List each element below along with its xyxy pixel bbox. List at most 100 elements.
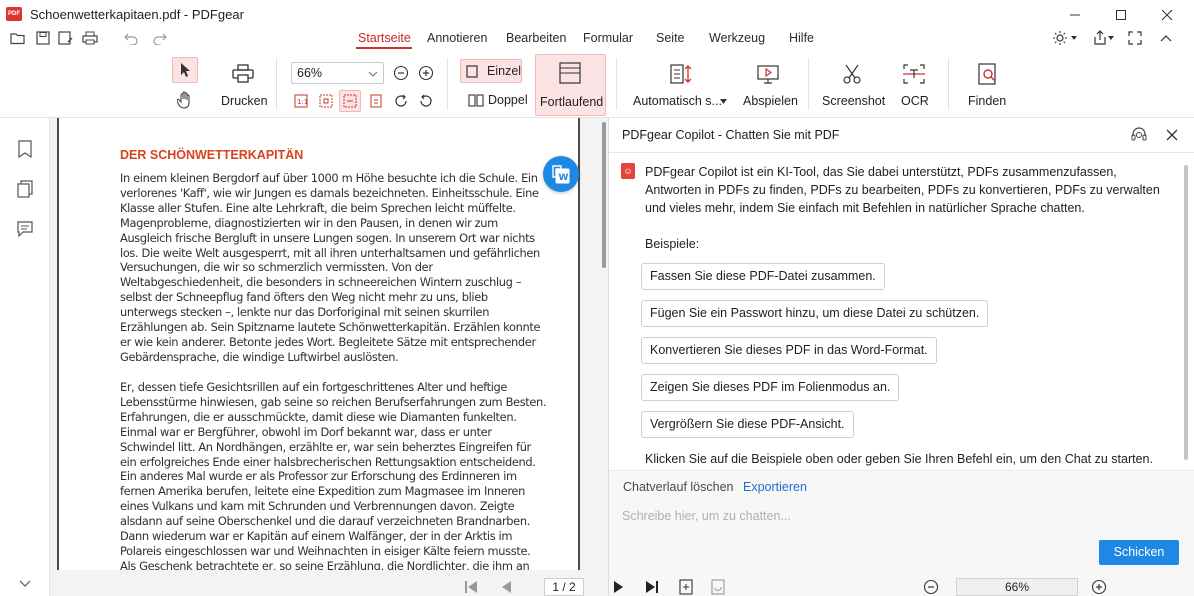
fit-page-bottom-icon[interactable] xyxy=(677,578,695,596)
screenshot-scissors-icon[interactable] xyxy=(839,62,865,86)
document-scrollbar[interactable] xyxy=(602,122,606,268)
page-number-input[interactable]: 1 / 2 xyxy=(544,578,584,596)
redo-icon[interactable] xyxy=(151,29,169,47)
clear-history-link[interactable]: Chatverlauf löschen xyxy=(623,480,733,494)
share-dropdown-icon[interactable] xyxy=(1106,29,1116,47)
print-quick-icon[interactable] xyxy=(81,29,99,47)
next-page-icon[interactable] xyxy=(610,578,628,596)
document-line: los. Die weite Welt ausgesperrt, mit all… xyxy=(120,245,540,260)
pdf-page[interactable]: DER SCHÖNWETTERKAPITÄN In einem kleinen … xyxy=(57,118,580,578)
zoom-in-bottom-icon[interactable] xyxy=(1090,578,1108,596)
document-line: ein erfolgreiches Ende einer halsbrecher… xyxy=(120,454,536,469)
document-heading: DER SCHÖNWETTERKAPITÄN xyxy=(120,148,304,162)
theme-dropdown-icon[interactable] xyxy=(1069,29,1079,47)
page-navigation-bar xyxy=(50,570,608,596)
thumbnails-icon[interactable] xyxy=(14,178,36,200)
zoom-in-icon[interactable] xyxy=(417,64,435,82)
hand-tool-icon[interactable] xyxy=(173,88,197,112)
find-icon[interactable] xyxy=(975,62,1001,86)
sidebar-expand-chevron-icon[interactable] xyxy=(14,575,36,593)
example-password-button[interactable]: Fügen Sie ein Passwort hinzu, um diese D… xyxy=(641,300,989,327)
close-copilot-icon[interactable] xyxy=(1162,126,1182,144)
comments-icon[interactable] xyxy=(14,218,36,240)
document-line: Klasse aller Stufen. Eine alte Lehrkraft… xyxy=(120,200,516,215)
example-zoom-button[interactable]: Vergrößern Sie diese PDF-Ansicht. xyxy=(641,411,854,438)
previous-page-icon[interactable] xyxy=(497,578,515,596)
example-slideshow-button[interactable]: Zeigen Sie dieses PDF im Folienmodus an. xyxy=(641,374,900,401)
zoom-out-bottom-icon[interactable] xyxy=(922,578,940,596)
document-line: selbst der Schneepflug fand öfters den W… xyxy=(120,290,488,305)
continuous-button[interactable]: Fortlaufend xyxy=(535,54,606,116)
tab-annotieren[interactable]: Annotieren xyxy=(427,31,487,45)
single-page-button[interactable]: Einzel xyxy=(460,59,522,83)
rotate-clockwise-icon[interactable] xyxy=(390,90,412,112)
minimize-button[interactable] xyxy=(1052,0,1098,30)
example-summarize-button[interactable]: Fassen Sie diese PDF-Datei zusammen. xyxy=(641,263,885,290)
copilot-title: PDFgear Copilot - Chatten Sie mit PDF xyxy=(622,128,840,142)
copilot-header-divider xyxy=(609,152,1194,153)
document-paragraph-1: In einem kleinen Bergdorf auf über 1000 … xyxy=(120,171,541,365)
support-headset-icon[interactable] xyxy=(1129,126,1149,144)
collapse-ribbon-icon[interactable] xyxy=(1157,29,1175,47)
convert-to-word-icon[interactable]: W xyxy=(543,156,579,192)
double-page-button[interactable]: Doppel xyxy=(466,90,530,112)
copilot-scrollbar[interactable] xyxy=(1184,165,1188,460)
fit-visible-icon[interactable] xyxy=(365,90,387,112)
chat-input[interactable] xyxy=(622,506,1162,526)
ocr-button[interactable]: OCR xyxy=(901,94,929,108)
rotate-view-icon[interactable] xyxy=(709,578,727,596)
auto-scroll-button[interactable]: Automatisch s... xyxy=(633,94,722,108)
last-page-icon[interactable] xyxy=(643,578,661,596)
print-button[interactable]: Drucken xyxy=(221,94,268,108)
auto-scroll-dropdown-icon[interactable] xyxy=(718,97,728,105)
document-line: Erzählungen ab. Sein Spitzname lautete S… xyxy=(120,320,541,335)
select-tool-icon[interactable] xyxy=(172,57,198,83)
find-button[interactable]: Finden xyxy=(968,94,1006,108)
tab-startseite[interactable]: Startseite xyxy=(358,31,411,45)
document-line: eines Vulkans und kam mit Schrunden und … xyxy=(120,499,515,514)
zoom-out-icon[interactable] xyxy=(392,64,410,82)
play-presentation-icon[interactable] xyxy=(755,62,781,86)
examples-label: Beispiele: xyxy=(645,237,700,251)
actual-size-icon[interactable]: 1:1 xyxy=(290,90,312,112)
fit-page-icon[interactable] xyxy=(315,90,337,112)
ocr-icon[interactable] xyxy=(901,62,927,86)
active-tab-indicator xyxy=(356,47,412,49)
double-page-label: Doppel xyxy=(488,93,528,107)
rotate-counterclockwise-icon[interactable] xyxy=(415,90,437,112)
first-page-icon[interactable] xyxy=(462,578,480,596)
tab-seite[interactable]: Seite xyxy=(656,31,685,45)
auto-scroll-icon[interactable] xyxy=(668,62,694,86)
zoom-select[interactable]: 66% xyxy=(291,62,384,84)
example-convert-word-button[interactable]: Konvertieren Sie dieses PDF in das Word-… xyxy=(641,337,937,364)
continuous-label: Fortlaufend xyxy=(540,95,604,109)
save-icon[interactable] xyxy=(34,29,52,47)
theme-sun-icon[interactable] xyxy=(1051,29,1069,47)
play-button[interactable]: Abspielen xyxy=(743,94,798,108)
print-icon[interactable] xyxy=(231,62,255,86)
document-line: fernen Amerika berufen, leitete eine Exp… xyxy=(120,484,525,499)
save-as-icon[interactable] xyxy=(57,29,75,47)
tab-bearbeiten[interactable]: Bearbeiten xyxy=(506,31,566,45)
undo-icon[interactable] xyxy=(122,29,140,47)
maximize-button[interactable] xyxy=(1098,0,1144,30)
document-line: verlorenes 'Kaff', wie wir Jungen es dam… xyxy=(120,185,539,200)
tab-formular[interactable]: Formular xyxy=(583,31,633,45)
export-link[interactable]: Exportieren xyxy=(743,480,807,494)
tab-hilfe[interactable]: Hilfe xyxy=(789,31,814,45)
send-button[interactable]: Schicken xyxy=(1099,540,1179,565)
tab-werkzeug[interactable]: Werkzeug xyxy=(709,31,765,45)
window-title: Schoenwetterkapitaen.pdf - PDFgear xyxy=(30,7,244,22)
close-window-button[interactable] xyxy=(1144,0,1190,30)
open-folder-icon[interactable] xyxy=(9,29,27,47)
document-line: Lebensstürme hinwiesen, gab seine so rei… xyxy=(120,394,547,409)
document-line: Erfahrungen, die er ausschmückte, damit … xyxy=(120,409,517,424)
zoom-readout[interactable]: 66% xyxy=(956,578,1078,596)
document-line: Einmal war er Bergführer, obwohl im Dorf… xyxy=(120,424,492,439)
document-line: Ein anderes Mal wurde er als Professor z… xyxy=(120,469,517,484)
screenshot-button[interactable]: Screenshot xyxy=(822,94,885,108)
bookmark-icon[interactable] xyxy=(14,138,36,160)
zoom-value: 66% xyxy=(297,66,323,80)
fullscreen-icon[interactable] xyxy=(1126,29,1144,47)
fit-width-icon[interactable] xyxy=(339,90,361,112)
